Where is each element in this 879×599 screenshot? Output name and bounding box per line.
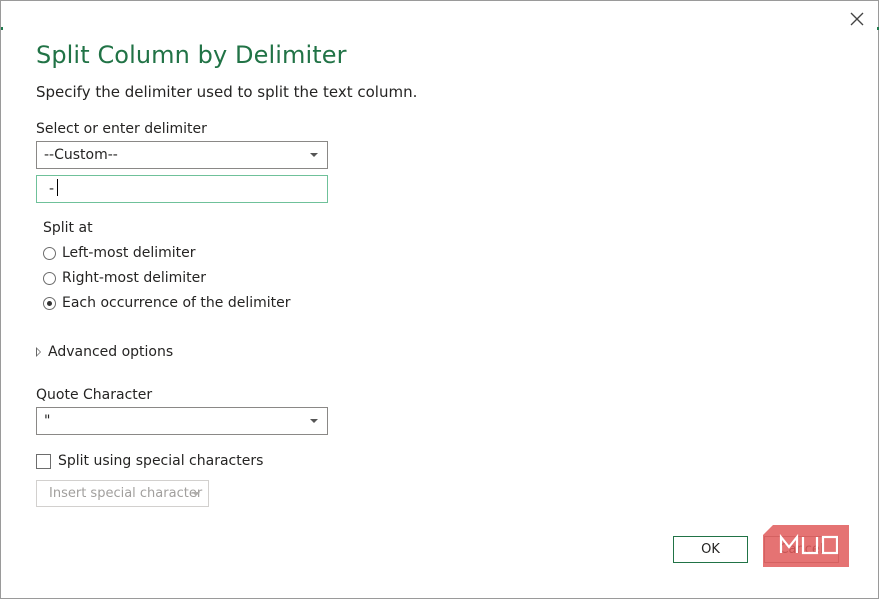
split-at-label: Split at [43, 220, 93, 236]
split-special-characters-checkbox-row[interactable]: Split using special characters [36, 451, 263, 471]
chevron-down-icon [310, 153, 318, 157]
quote-character-value: " [44, 413, 51, 429]
radio-button[interactable] [43, 271, 56, 285]
text-caret [57, 179, 59, 196]
dialog-title: Split Column by Delimiter [36, 41, 347, 69]
chevron-down-icon [310, 419, 318, 423]
quote-character-label: Quote Character [36, 387, 153, 403]
radio-label: Right-most delimiter [62, 270, 207, 286]
chevron-right-icon [36, 347, 41, 357]
cancel-button[interactable]: Cancel [764, 536, 839, 563]
ok-button[interactable]: OK [673, 536, 748, 563]
custom-delimiter-input[interactable]: - [36, 175, 328, 203]
radio-each-occurrence[interactable]: Each occurrence of the delimiter [43, 293, 291, 313]
radio-right-most[interactable]: Right-most delimiter [43, 268, 206, 288]
radio-label: Each occurrence of the delimiter [62, 295, 291, 311]
delimiter-select[interactable]: --Custom-- [36, 141, 328, 169]
custom-delimiter-value: - [49, 181, 55, 197]
advanced-options-toggle[interactable]: Advanced options [36, 342, 173, 362]
dialog-window: Split Column by Delimiter Specify the de… [0, 0, 879, 599]
chevron-down-icon [192, 492, 200, 496]
radio-left-most[interactable]: Left-most delimiter [43, 243, 196, 263]
quote-character-select[interactable]: " [36, 407, 328, 435]
radio-button[interactable] [43, 246, 56, 260]
dialog-subtitle: Specify the delimiter used to split the … [36, 83, 418, 101]
advanced-options-label: Advanced options [48, 344, 174, 360]
close-icon [850, 12, 864, 26]
insert-special-character-label: Insert special character [49, 486, 203, 501]
checkbox-label: Split using special characters [58, 453, 264, 469]
insert-special-character-button[interactable]: Insert special character [36, 480, 209, 507]
close-button[interactable] [847, 9, 867, 29]
checkbox[interactable] [36, 453, 51, 469]
radio-label: Left-most delimiter [62, 245, 196, 261]
background-edge-mark [1, 27, 3, 30]
delimiter-select-value: --Custom-- [44, 147, 118, 163]
delimiter-label: Select or enter delimiter [36, 121, 207, 137]
radio-button-checked[interactable] [43, 296, 56, 310]
